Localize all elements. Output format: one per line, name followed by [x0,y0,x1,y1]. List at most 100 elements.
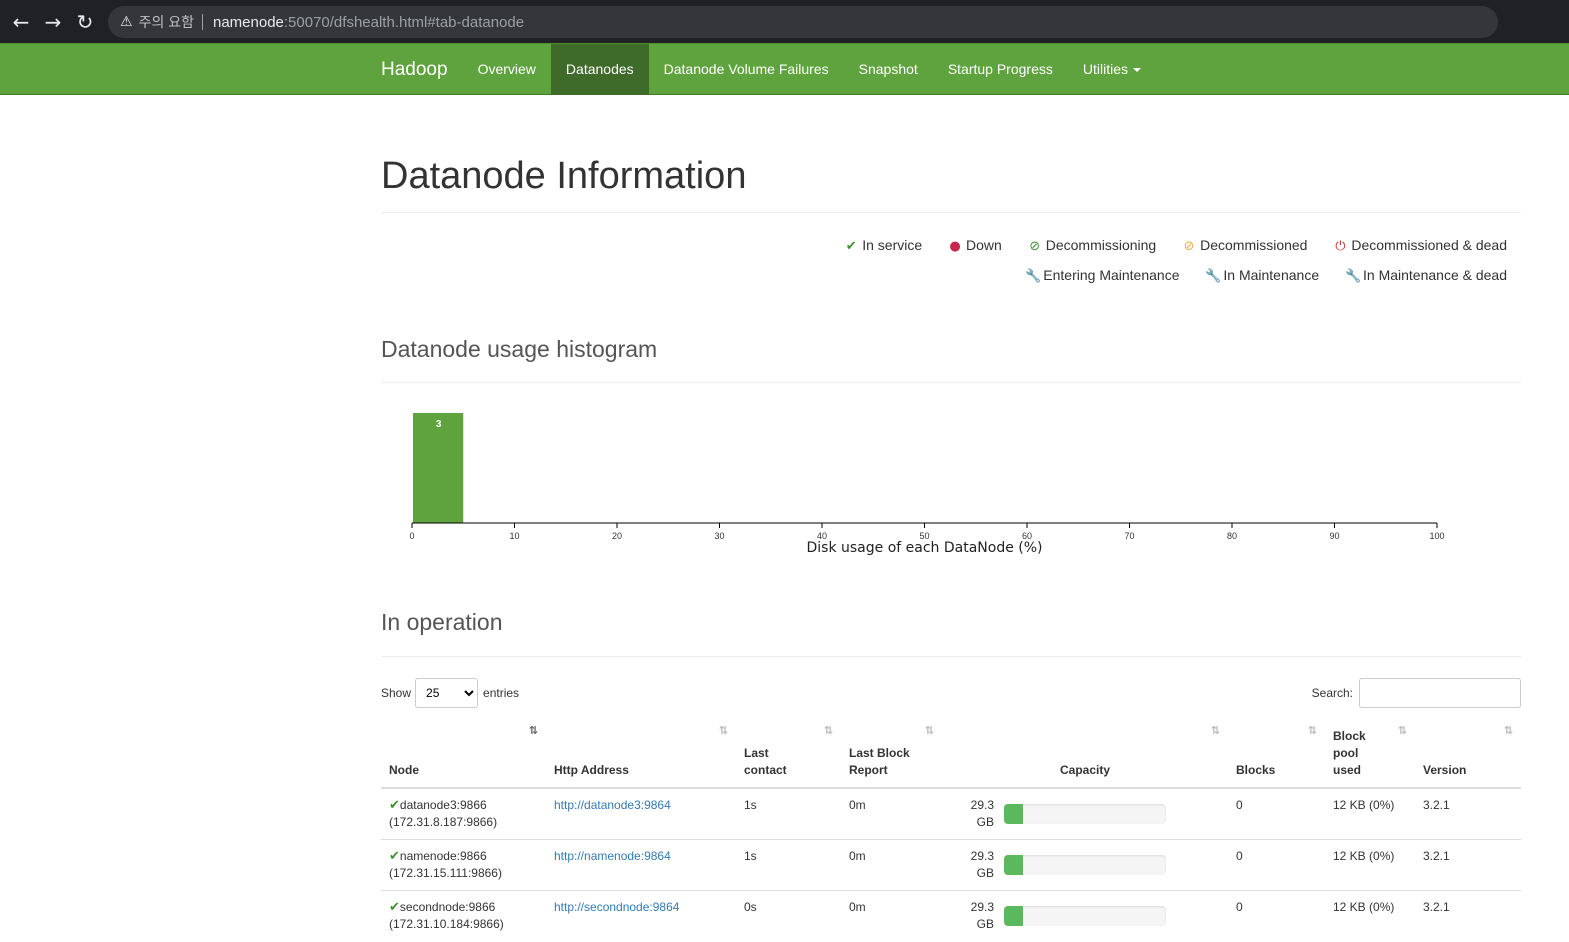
x-tick-label: 80 [1227,531,1237,541]
reload-icon[interactable]: ↻ [73,10,97,34]
legend-decommissioned-dead: ⏻ Decommissioned & dead [1333,230,1507,262]
col-label: Node [389,763,419,777]
legend-decommissioned: ⊘ Decommissioned [1182,230,1308,262]
node-name: secondnode:9866 [399,900,496,914]
histogram-heading: Datanode usage histogram [381,336,658,362]
sort-icon: ⇅ [718,724,728,737]
col-last-block-report[interactable]: Last Block Report ⇅ [841,720,942,789]
browser-toolbar: ← → ↻ ⚠ 주의 요함 namenode:50070/dfshealth.h… [0,0,1569,43]
security-warning-text[interactable]: 주의 요함 [139,12,194,32]
http-address-link[interactable]: http://namenode:9864 [554,849,671,863]
col-label: Version [1423,763,1467,777]
wrench-icon: 🔧 [1025,269,1042,284]
table-row: ✔namenode:9866 (172.31.15.111:9866) http:… [381,839,1521,891]
legend-down: ● Down [948,230,1002,262]
col-http[interactable]: Http Address ⇅ [546,720,736,789]
sort-icon: ⇅ [823,724,833,737]
cell-last-block-report: 0m [841,787,942,840]
cell-http: http://namenode:9864 [546,839,736,891]
capacity-bar-fill [1004,804,1024,824]
http-address-link[interactable]: http://secondnode:9864 [554,900,679,914]
cell-capacity: 29.3 GB [942,839,1228,891]
ban-icon: ⊘ [1029,239,1041,254]
table-body: ✔datanode3:9866 (172.31.8.187:9866) http:… [381,787,1521,942]
page-title: Datanode Information [381,155,747,197]
cell-block-pool-used: 12 KB (0%) [1325,890,1415,942]
ban-icon: ⊘ [1183,239,1195,254]
legend-label: Decommissioning [1045,237,1157,253]
top-navbar: Hadoop Overview Datanodes Datanode Volum… [0,43,1569,95]
legend-label: Down [966,237,1002,253]
nav-overview[interactable]: Overview [463,44,551,95]
nav-datanodes[interactable]: Datanodes [550,44,649,95]
sort-asc-icon: ⇅ [528,724,538,737]
check-icon: ✔ [389,798,400,813]
legend-entering-maintenance: 🔧 Entering Maintenance [1025,260,1179,292]
nav-volume-failures[interactable]: Datanode Volume Failures [649,44,844,95]
nav-startup-progress[interactable]: Startup Progress [933,44,1068,95]
sort-icon: ⇅ [1210,724,1220,737]
col-version[interactable]: Version ⇅ [1415,720,1521,789]
x-tick-label: 100 [1429,531,1444,541]
col-block-pool-used[interactable]: Block pool used ⇅ [1325,720,1415,789]
cell-block-pool-used: 12 KB (0%) [1325,787,1415,840]
col-capacity[interactable]: Capacity ⇅ [942,720,1228,789]
brand-logo[interactable]: Hadoop [366,44,463,95]
sort-icon: ⇅ [1307,724,1317,737]
legend-decommissioning: ⊘ Decommissioning [1028,230,1156,262]
datanode-table: Node ⇅ Http Address ⇅ Last contact ⇅ Last B… [381,720,1521,942]
legend-in-maintenance-dead: 🔧 In Maintenance & dead [1345,260,1507,292]
nav-utilities-label: Utilities [1082,61,1128,77]
url-host: namenode [212,13,284,31]
address-bar[interactable]: ⚠ 주의 요함 namenode:50070/dfshealth.html#ta… [108,6,1498,38]
wrench-icon: 🔧 [1205,269,1222,284]
capacity-value: 29.3 GB [970,798,994,829]
col-label: Block pool used [1333,729,1366,777]
table-header-row: Node ⇅ Http Address ⇅ Last contact ⇅ Last B… [381,720,1521,789]
capacity-bar [1004,804,1166,824]
cell-node: ✔secondnode:9866 (172.31.10.184:9866) [381,890,546,942]
col-label: Last contact [744,746,787,777]
warning-triangle-icon: ⚠ [120,14,133,30]
usage-histogram: 30 10 20 30 40 50 60 70 80 90 100Disk usage of eac… [409,413,1445,556]
http-address-link[interactable]: http://datanode3:9864 [554,798,671,812]
x-tick-label: 70 [1124,531,1134,541]
cell-version: 3.2.1 [1415,787,1521,840]
page-length-select[interactable]: 25 [415,678,479,708]
col-blocks[interactable]: Blocks ⇅ [1228,720,1325,789]
operation-heading: In operation [381,609,503,635]
check-icon: ✔ [845,239,857,254]
legend-in-service: ✔ In service [844,230,922,262]
cell-blocks: 0 [1228,787,1325,840]
address-divider [201,14,203,30]
cell-http: http://datanode3:9864 [546,787,736,840]
cell-last-block-report: 0m [841,839,942,891]
cell-last-contact: 0s [736,890,841,942]
forward-arrow-icon[interactable]: → [41,10,65,34]
legend-label: Entering Maintenance [1043,267,1180,283]
capacity-bar-fill [1004,855,1024,875]
col-node[interactable]: Node ⇅ [381,720,546,789]
show-label: Show [381,686,412,700]
capacity-value: 29.3 GB [970,849,994,880]
back-arrow-icon[interactable]: ← [9,10,33,34]
node-ip: (172.31.8.187:9866) [389,815,498,829]
url-path: :50070/dfshealth.html#tab-datanode [283,13,525,31]
legend-label: Decommissioned [1200,237,1308,253]
sort-icon: ⇅ [924,724,934,737]
x-axis-title: Disk usage of each DataNode (%) [806,540,1042,556]
col-last-contact[interactable]: Last contact ⇅ [736,720,841,789]
search-input[interactable] [1359,678,1521,708]
node-name: namenode:9866 [399,849,487,863]
histogram-bar-label: 3 [436,419,442,430]
nav-snapshot[interactable]: Snapshot [844,44,933,95]
x-tick-label: 0 [409,531,414,541]
power-icon: ⏻ [1335,239,1346,254]
title-divider [381,212,1521,213]
capacity-value: 29.3 GB [970,900,994,931]
legend-label: In Maintenance & dead [1363,267,1507,283]
table-row: ✔secondnode:9866 (172.31.10.184:9866) htt… [381,890,1521,942]
col-label: Blocks [1236,763,1276,777]
col-label: Capacity [1059,763,1111,777]
nav-utilities[interactable]: Utilities [1068,44,1156,95]
